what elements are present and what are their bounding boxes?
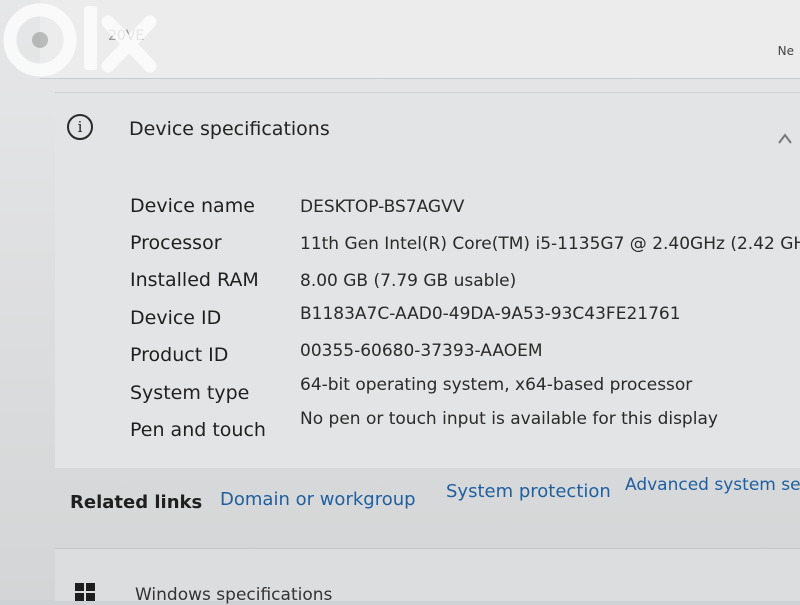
olx-watermark <box>3 3 157 77</box>
spec-value-system-type: 64-bit operating system, x64-based proce… <box>300 375 693 395</box>
chevron-icon[interactable] <box>775 113 795 153</box>
spec-value-pen-and-touch: No pen or touch input is available for t… <box>300 409 718 429</box>
spec-label-processor: Processor <box>130 232 222 254</box>
device-specifications-card: i Device specifications Device name DESK… <box>55 92 800 468</box>
advanced-system-settings-link[interactable]: Advanced system settin <box>625 475 800 495</box>
spec-value-processor: 11th Gen Intel(R) Core(TM) i5-1135G7 @ 2… <box>300 234 800 254</box>
spec-label-device-id: Device ID <box>130 307 222 329</box>
spec-label-device-name: Device name <box>130 195 255 217</box>
system-protection-link[interactable]: System protection <box>446 481 611 502</box>
spec-label-product-id: Product ID <box>130 344 229 366</box>
info-icon: i <box>67 114 93 140</box>
windows-specifications-card[interactable]: Windows specifications <box>55 548 800 605</box>
windows-specifications-title: Windows specifications <box>135 585 333 605</box>
related-links-title: Related links <box>70 492 203 513</box>
spec-label-system-type: System type <box>130 382 250 404</box>
spec-value-device-name: DESKTOP-BS7AGVV <box>300 197 465 217</box>
device-specifications-header[interactable]: i Device specifications <box>67 111 767 151</box>
spec-label-pen-and-touch: Pen and touch <box>130 419 266 441</box>
spec-value-installed-ram: 8.00 GB (7.79 GB usable) <box>300 271 517 291</box>
spec-value-product-id: 00355-60680-37393-AAOEM <box>300 341 543 361</box>
windows-icon <box>75 583 97 601</box>
related-links-bar: Related links Domain or workgroup System… <box>0 468 800 530</box>
top-right-fragment-text[interactable]: Ne <box>778 44 794 58</box>
settings-window: 20VE Ne i Device specifications Device n… <box>0 0 800 605</box>
spec-value-device-id: B1183A7C-AAD0-49DA-9A53-93C43FE21761 <box>300 304 681 324</box>
spec-label-installed-ram: Installed RAM <box>130 269 259 291</box>
domain-or-workgroup-link[interactable]: Domain or workgroup <box>220 489 416 510</box>
device-specifications-title: Device specifications <box>129 118 330 140</box>
